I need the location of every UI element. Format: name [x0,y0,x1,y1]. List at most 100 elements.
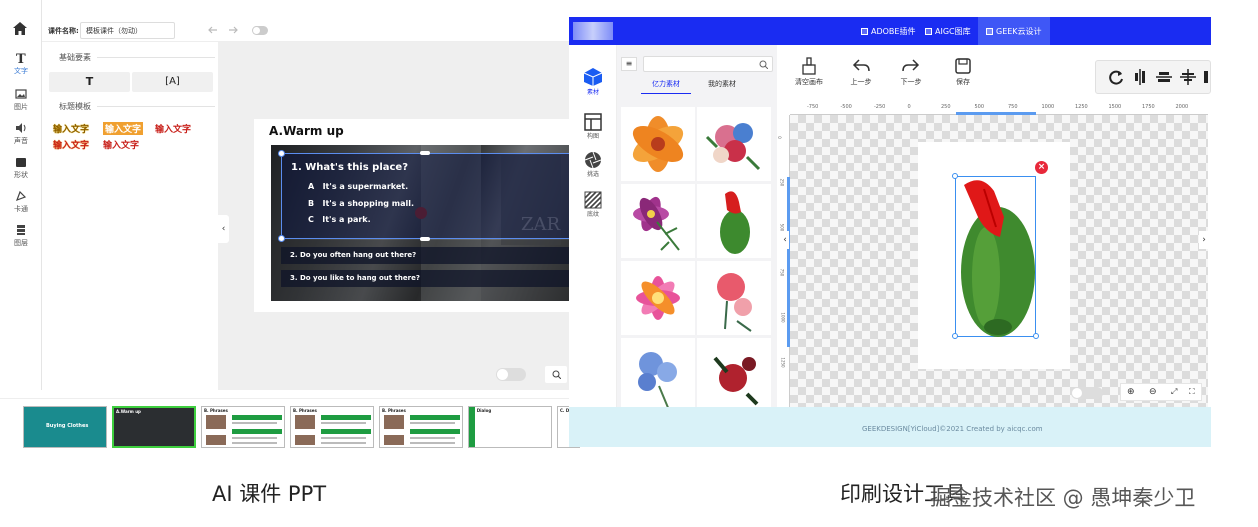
right-rail: 素材 构图 挑选 底纹 [569,45,617,415]
ruler-tick-label: 1000 [1041,104,1055,110]
resize-handle-top[interactable] [420,151,430,155]
home-icon[interactable] [13,22,27,35]
sound-icon [15,122,27,134]
rail-item-sound[interactable]: 声音 [0,122,42,146]
slide-thumbnail[interactable]: B. Phrases [379,406,463,448]
collapse-panel-button[interactable]: ‹ [218,215,229,243]
thumbnail-line [410,422,455,424]
thumbnail-green-bar [321,415,371,420]
thumbnail-line [321,442,366,444]
rail-item-material[interactable]: 素材 [569,67,617,96]
textbox-button[interactable]: [A] [132,72,213,92]
thumbnail-line [321,437,366,439]
thumbnail-photo [295,415,315,429]
grid-toggle[interactable] [1071,387,1103,399]
nav-aigc-gallery[interactable]: AIGC图库 [925,17,971,45]
undo-icon[interactable] [208,26,218,34]
rail-item-texture[interactable]: 底纹 [569,191,617,218]
question-textbox[interactable]: 1. What's this place? A It's a supermark… [281,153,571,239]
slide-thumbnail[interactable]: B. Phrases [290,406,374,448]
flower-darkred[interactable] [697,338,771,412]
word-art-5[interactable]: 输入文字 [103,138,139,151]
course-name-input[interactable]: 模板课件（勿动） [80,22,175,39]
rail-item-image[interactable]: 图片 [0,88,42,112]
flower-bouquet[interactable] [697,107,771,181]
fit-screen-icon[interactable]: ⤢ [1171,387,1177,397]
align-toolbar [1095,60,1211,94]
gallery-icon [925,27,932,35]
word-art-1[interactable]: 输入文字 [53,122,89,135]
delete-icon[interactable]: × [1035,161,1048,174]
flower-purple[interactable] [621,184,695,258]
tab-yili-material[interactable]: 亿力素材 [641,79,691,94]
menu-icon[interactable]: ≡ [621,57,637,71]
resize-handle-tl[interactable] [278,150,285,157]
flower-blue[interactable] [621,338,695,412]
slide-thumbnail[interactable]: B. Phrases [201,406,285,448]
option-c: C It's a park. [308,215,371,224]
ruler-tick-label: -750 [807,104,819,110]
selected-element[interactable] [955,176,1036,337]
copyright-text: GEEKDESIGN[YiCloud]©2021 Created by aicq… [862,425,1043,433]
undo-arrow-icon [852,59,870,72]
zoom-in-icon[interactable] [545,366,567,383]
align-hcenter-icon[interactable] [1156,69,1172,85]
rail-item-text[interactable]: T 文字 [0,52,42,76]
ruler-tick-label: 1750 [1142,104,1155,110]
distribute-icon[interactable] [1180,69,1196,85]
chevron-right-icon[interactable]: › [1199,231,1209,249]
word-art-2[interactable]: 输入文字 [103,122,144,135]
text-button[interactable]: T [49,72,130,92]
rail-item-layers[interactable]: 图层 [0,224,42,248]
slide-title[interactable]: A.Warm up [269,124,344,138]
rail-item-cartoon[interactable]: 卡通 [0,190,42,214]
fullscreen-icon[interactable]: ⛶ [1189,387,1195,397]
clear-canvas-button[interactable]: 清空画布 [789,57,829,87]
rail-item-layout[interactable]: 构图 [569,113,617,140]
flower-pink[interactable] [621,261,695,335]
save-button[interactable]: 保存 [943,57,983,87]
handle-br[interactable] [1033,333,1039,339]
thumbnail-title: Buying Clothes [46,423,89,429]
question-3[interactable]: 3. Do you like to hang out there? [281,270,571,287]
flower-orange[interactable] [621,107,695,181]
top-toggle[interactable] [252,26,268,35]
question-2[interactable]: 2. Do you often hang out there? [281,247,571,264]
handle-bl[interactable] [952,333,958,339]
zoom-out-icon[interactable]: ⊖ [1149,387,1157,397]
undo-button[interactable]: 上一步 [841,57,881,87]
watermark: 掘金技术社区 @ 愚坤秦少卫 [930,486,1196,510]
more-icon[interactable] [1204,71,1208,83]
slide-thumbnail[interactable]: C. Dialog [468,406,552,448]
rail-item-shape[interactable]: 形状 [0,156,42,180]
word-art-3[interactable]: 输入文字 [155,122,191,135]
zoom-in-icon[interactable]: ⊕ [1127,387,1135,397]
tab-my-material[interactable]: 我的素材 [697,79,747,89]
slide-thumbnail[interactable]: A.Warm up [112,406,196,448]
resize-handle-bottom[interactable] [420,237,430,241]
slide-thumbnail[interactable]: Buying Clothes [23,406,107,448]
flower-roses[interactable] [697,261,771,335]
nav-adobe-plugin[interactable]: ADOBE插件 [861,17,915,45]
thumbnail-photo [295,435,315,445]
flower-tulip[interactable] [697,184,771,258]
word-art-4[interactable]: 输入文字 [53,138,89,151]
ruler-tick-label: 1500 [1108,104,1122,110]
cartoon-icon [15,190,27,202]
redo-icon[interactable] [228,26,238,34]
material-search-input[interactable] [643,56,773,72]
canvas-toggle[interactable] [496,368,526,381]
vruler-tick-label: 500 [779,223,785,232]
chevron-left-icon: ‹ [221,224,226,234]
redo-button[interactable]: 下一步 [891,57,931,87]
rail-item-pick[interactable]: 挑选 [569,151,617,178]
resize-handle-bl[interactable] [278,235,285,242]
nav-geek-cloud[interactable]: GEEK云设计 [978,17,1050,45]
thumbnail-title: B. Phrases [204,408,228,413]
chevron-left-icon[interactable]: ‹ [781,231,789,249]
align-vcenter-icon[interactable] [1132,69,1148,85]
rotate-icon[interactable] [1108,69,1124,85]
ruler-tick-label: 2000 [1175,104,1189,110]
handle-tl[interactable] [952,173,958,179]
svg-text:T: T [16,52,26,64]
